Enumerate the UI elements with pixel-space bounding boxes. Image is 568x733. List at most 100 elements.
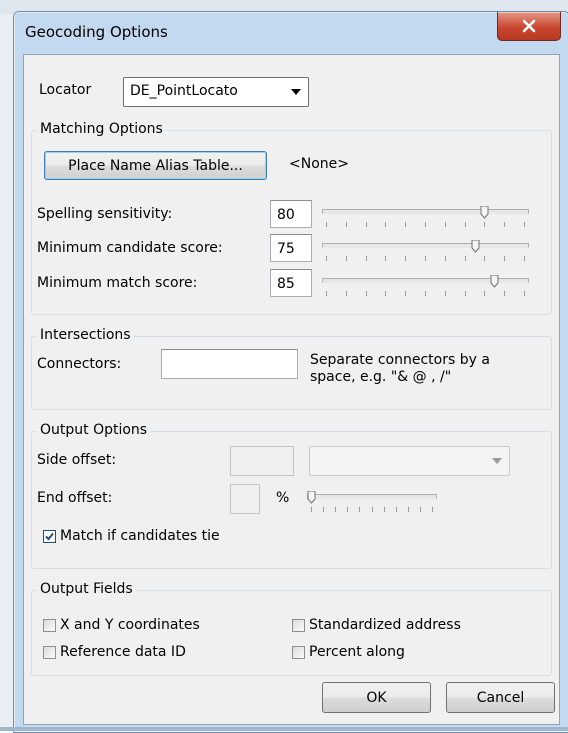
slider-tick <box>346 222 347 227</box>
intersections-group: Intersections Connectors: Separate conne… <box>31 327 552 410</box>
slider-tick <box>335 507 336 512</box>
chevron-down-icon <box>291 89 301 95</box>
side-offset-label: Side offset: <box>37 452 117 468</box>
slider-tick <box>326 256 327 261</box>
slider-tick <box>524 291 525 296</box>
minimum-candidate-score-slider[interactable] <box>322 239 529 265</box>
percent-along-label: Percent along <box>309 644 405 660</box>
slider-tick <box>524 256 525 261</box>
output-fields-title: Output Fields <box>37 581 136 597</box>
place-name-alias-table-button[interactable]: Place Name Alias Table... <box>44 151 267 180</box>
slider-tick <box>405 256 406 261</box>
slider-track <box>322 243 529 248</box>
alias-table-value: <None> <box>289 156 349 172</box>
locator-select-value: DE_PointLocato <box>130 83 238 99</box>
slider-tick <box>311 507 312 512</box>
slider-thumb[interactable] <box>480 206 489 219</box>
slider-tick <box>504 291 505 296</box>
locator-label: Locator <box>39 82 92 98</box>
output-fields-group: Output Fields X and Y coordinates Standa… <box>31 581 552 676</box>
side-offset-input[interactable] <box>230 446 294 476</box>
slider-tick <box>425 291 426 296</box>
slider-tick <box>405 291 406 296</box>
x-and-y-coordinates-label: X and Y coordinates <box>60 617 200 633</box>
close-icon <box>522 19 536 33</box>
locator-select[interactable]: DE_PointLocato <box>123 77 309 107</box>
spelling-sensitivity-input[interactable]: 80 <box>270 200 312 228</box>
connectors-hint-line2: space, e.g. "& @ , /" <box>310 369 452 385</box>
slider-ticks <box>322 291 529 297</box>
slider-tick <box>405 222 406 227</box>
slider-tick <box>346 291 347 296</box>
slider-tick <box>366 291 367 296</box>
slider-tick <box>465 222 466 227</box>
matching-options-group: Matching Options Place Name Alias Table.… <box>31 121 552 315</box>
minimum-candidate-score-label: Minimum candidate score: <box>37 240 223 256</box>
match-if-candidates-tie-label: Match if candidates tie <box>60 528 220 544</box>
connectors-label: Connectors: <box>37 356 122 372</box>
slider-tick <box>366 256 367 261</box>
slider-tick <box>484 256 485 261</box>
end-offset-percent-unit: % <box>276 490 290 506</box>
slider-ticks <box>322 222 529 228</box>
slider-thumb[interactable] <box>471 240 480 253</box>
slider-tick <box>385 291 386 296</box>
slider-ticks <box>322 256 529 262</box>
slider-tick <box>385 222 386 227</box>
matching-options-title: Matching Options <box>37 121 166 137</box>
slider-tick <box>408 507 409 512</box>
match-if-candidates-tie-checkbox[interactable] <box>43 530 56 543</box>
slider-tick <box>484 222 485 227</box>
x-and-y-coordinates-checkbox[interactable] <box>43 619 56 632</box>
slider-tick <box>504 256 505 261</box>
slider-tick <box>359 507 360 512</box>
dialog-client-area: Locator DE_PointLocato Matching Options … <box>23 54 560 725</box>
dialog-title: Geocoding Options <box>25 23 168 41</box>
slider-thumb[interactable] <box>307 491 316 504</box>
spelling-sensitivity-slider[interactable] <box>322 205 529 231</box>
title-bar[interactable]: Geocoding Options <box>14 12 568 54</box>
standardized-address-label: Standardized address <box>309 617 461 633</box>
end-offset-label: End offset: <box>37 490 113 506</box>
minimum-match-score-input[interactable]: 85 <box>270 269 312 297</box>
spelling-sensitivity-label: Spelling sensitivity: <box>37 206 173 222</box>
slider-tick <box>445 222 446 227</box>
slider-tick <box>445 291 446 296</box>
reference-data-id-label: Reference data ID <box>60 644 186 660</box>
output-options-title: Output Options <box>37 422 151 438</box>
close-button[interactable] <box>497 12 561 41</box>
slider-tick <box>346 256 347 261</box>
reference-data-id-checkbox[interactable] <box>43 646 56 659</box>
standardized-address-checkbox[interactable] <box>292 619 305 632</box>
end-offset-slider[interactable] <box>307 490 437 516</box>
side-offset-units-select[interactable] <box>309 446 510 476</box>
slider-tick <box>384 507 385 512</box>
slider-tick <box>326 291 327 296</box>
slider-tick <box>366 222 367 227</box>
output-options-group: Output Options Side offset: End offset: … <box>31 422 552 569</box>
slider-ticks <box>307 507 437 513</box>
slider-track <box>322 209 529 214</box>
minimum-match-score-slider[interactable] <box>322 274 529 300</box>
minimum-match-score-label: Minimum match score: <box>37 275 198 291</box>
slider-tick <box>425 222 426 227</box>
minimum-candidate-score-input[interactable]: 75 <box>270 234 312 262</box>
slider-tick <box>385 256 386 261</box>
ok-button[interactable]: OK <box>322 682 431 713</box>
geocoding-options-dialog: Geocoding Options Locator DE_PointLocato… <box>13 11 568 733</box>
end-offset-input[interactable] <box>230 484 260 514</box>
chevron-down-icon <box>492 458 502 464</box>
slider-tick <box>425 256 426 261</box>
slider-tick <box>420 507 421 512</box>
connectors-hint-line1: Separate connectors by a <box>310 352 490 368</box>
window-bottom-edge <box>0 727 568 731</box>
slider-tick <box>465 291 466 296</box>
percent-along-checkbox[interactable] <box>292 646 305 659</box>
cancel-button[interactable]: Cancel <box>446 682 555 713</box>
check-icon <box>45 532 54 541</box>
slider-tick <box>347 507 348 512</box>
slider-track <box>307 494 437 499</box>
slider-tick <box>524 222 525 227</box>
connectors-input[interactable] <box>161 349 298 379</box>
slider-thumb[interactable] <box>490 275 499 288</box>
